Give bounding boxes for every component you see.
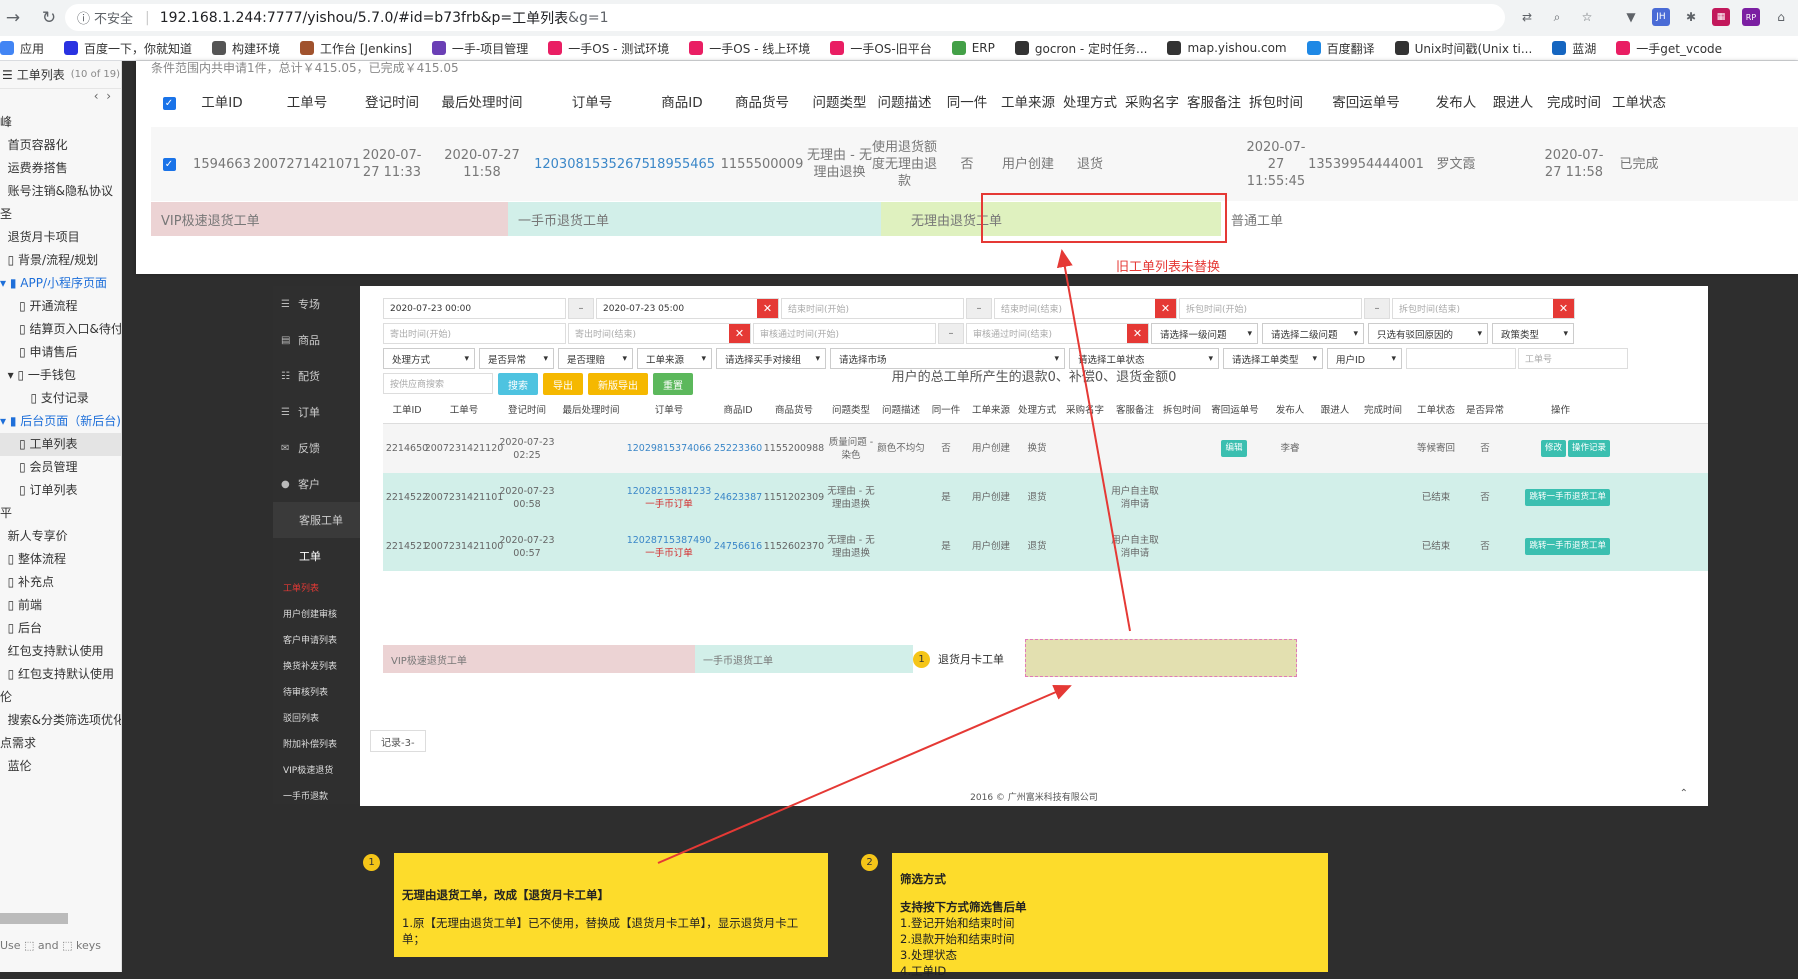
arrow-to-new-type — [657, 684, 1072, 864]
arrow-to-old-list — [1056, 249, 1131, 632]
legend-label: 退货月卡工单 — [938, 653, 1004, 666]
annotation-arrows — [657, 249, 1131, 864]
